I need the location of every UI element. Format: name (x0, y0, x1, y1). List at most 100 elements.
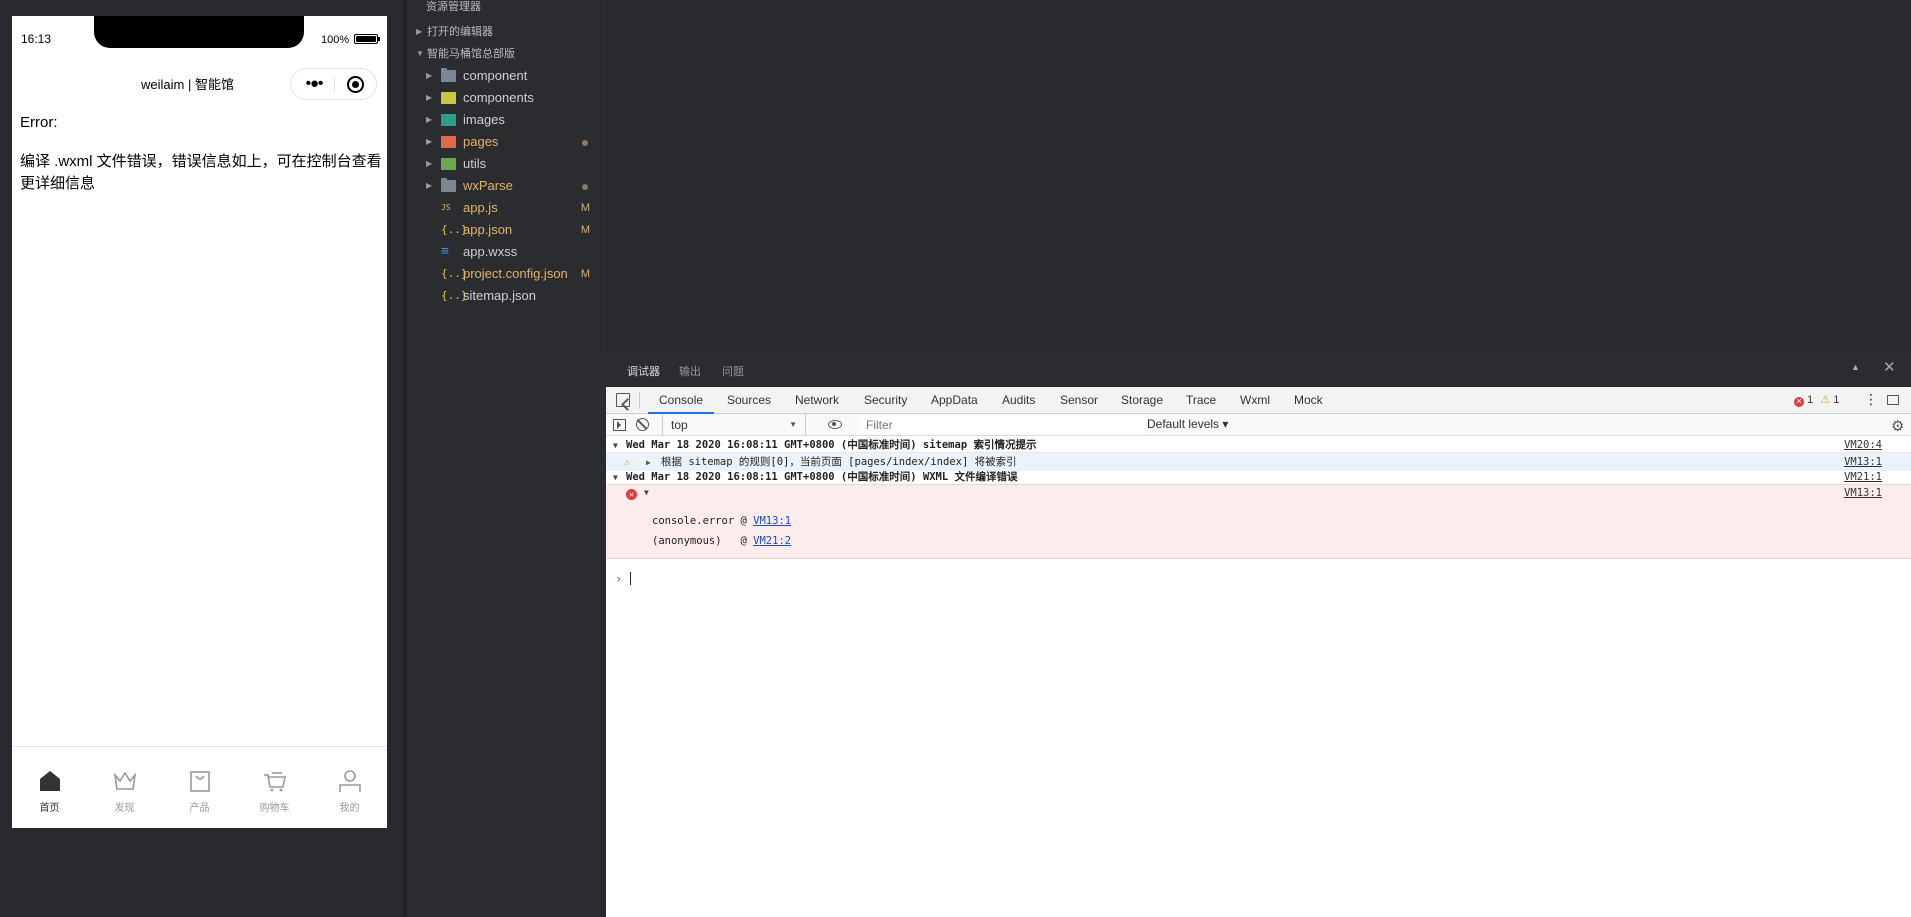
warning-icon: ⚠ (1820, 394, 1831, 406)
tab-label: 首页 (39, 803, 60, 814)
error-count: 1 (1807, 394, 1814, 406)
tree-item-app-wxss[interactable]: ≡ app.wxss (408, 241, 606, 263)
git-status-badge: M (580, 224, 590, 236)
filter-input[interactable] (860, 416, 1145, 434)
open-editors-section[interactable]: ▶ 打开的编辑器 (408, 21, 606, 43)
tab-console[interactable]: Console (647, 393, 715, 414)
folder-icon (441, 68, 456, 82)
tab-audits[interactable]: Audits (1002, 393, 1035, 407)
tab-security[interactable]: Security (864, 393, 907, 407)
device-notch (94, 16, 304, 48)
tab-problems[interactable]: 问题 (722, 363, 744, 379)
tree-item-utils[interactable]: ▶ utils (408, 153, 606, 175)
tab-label: 购物车 (259, 803, 290, 814)
capsule-menu: •●• (290, 68, 377, 100)
section-label: 智能马桶馆总部版 (427, 48, 515, 60)
tree-item-pages[interactable]: ▶ pages (408, 131, 606, 153)
gear-icon[interactable]: ⚙ (1891, 417, 1904, 435)
source-link[interactable]: VM13:1 (1844, 487, 1882, 499)
file-name: pages (463, 134, 499, 149)
tab-sensor[interactable]: Sensor (1060, 393, 1098, 407)
folder-icon (441, 178, 456, 192)
clear-console-icon[interactable] (636, 418, 649, 431)
tab-products[interactable]: 产品 (162, 747, 237, 828)
file-name: utils (463, 156, 487, 171)
components-folder-icon (441, 92, 456, 104)
undock-icon[interactable] (1887, 395, 1899, 405)
tree-item-app-json[interactable]: {..} app.json M (408, 219, 606, 241)
page-title: weilaim | 智能馆 (141, 77, 234, 92)
tab-network[interactable]: Network (795, 393, 839, 407)
warning-count: 1 (1833, 394, 1840, 406)
tab-mine[interactable]: 我的 (312, 747, 387, 828)
home-icon (40, 771, 60, 791)
nav-bar: weilaim | 智能馆 •●• (12, 64, 387, 100)
issue-counter[interactable]: ✕ 1 ⚠ 1 (1794, 393, 1839, 407)
error-message: 编译 .wxml 文件错误，错误信息如上，可在控制台查看更详细信息 (20, 153, 382, 192)
error-icon: ✕ (626, 489, 637, 500)
tab-wxml[interactable]: Wxml (1240, 393, 1270, 407)
chevron-down-icon: ▼ (416, 49, 424, 58)
tab-debugger[interactable]: 调试器 (627, 363, 660, 389)
close-icon[interactable]: ✕ (1883, 358, 1896, 376)
tab-discover[interactable]: 发现 (87, 747, 162, 828)
section-label: 打开的编辑器 (427, 26, 493, 38)
more-vert-icon[interactable]: ⋮ (1864, 391, 1878, 408)
chevron-right-icon: ▶ (426, 115, 433, 124)
context-select[interactable]: top ▼ (662, 414, 806, 436)
tab-trace[interactable]: Trace (1186, 393, 1216, 407)
user-icon (339, 770, 361, 792)
close-miniprogram-icon[interactable] (347, 76, 364, 93)
utils-folder-icon (441, 158, 456, 170)
git-status-badge: M (580, 202, 590, 214)
pages-folder-icon (441, 136, 456, 148)
stack-frame: console.error @ VM13:1 (652, 515, 791, 527)
debug-panel: 调试器 输出 问题 ▲ ✕ Console Sources Network Se… (606, 352, 1911, 917)
file-name: app.wxss (463, 244, 518, 259)
tab-label: 产品 (189, 803, 210, 814)
chevron-up-icon[interactable]: ▲ (1851, 362, 1860, 372)
stack-function: console.error @ (652, 515, 754, 527)
tab-storage[interactable]: Storage (1121, 393, 1163, 407)
file-name: component (463, 68, 528, 83)
tab-home[interactable]: 首页 (12, 747, 87, 828)
explorer-title: 资源管理器 (426, 1, 481, 13)
chevron-right-icon: ▶ (416, 27, 423, 36)
sidebar-toggle-icon[interactable] (613, 419, 626, 431)
log-levels-select[interactable]: Default levels ▾ (1147, 417, 1228, 431)
editor-area (606, 0, 1911, 352)
modified-dot (582, 184, 588, 190)
chevron-down-icon: ▼ (789, 420, 797, 429)
tab-output[interactable]: 输出 (679, 363, 701, 379)
file-name: images (463, 112, 505, 127)
capsule-divider (334, 77, 335, 93)
tree-item-wxparse[interactable]: ▶ wxParse (408, 175, 606, 197)
chevron-right-icon: ▶ (426, 93, 433, 102)
tab-sources[interactable]: Sources (727, 393, 771, 407)
project-section[interactable]: ▼ 智能马桶馆总部版 (408, 43, 606, 65)
tab-appdata[interactable]: AppData (931, 393, 978, 407)
tab-mock[interactable]: Mock (1294, 393, 1323, 407)
pane-divider[interactable] (404, 0, 406, 917)
tree-item-app-js[interactable]: JS app.js M (408, 197, 606, 219)
tree-item-project-config[interactable]: {..} project.config.json M (408, 263, 606, 285)
cart-icon (264, 772, 286, 792)
tab-cart[interactable]: 购物车 (237, 747, 312, 828)
stack-link[interactable]: VM21:2 (753, 535, 791, 547)
tree-item-images[interactable]: ▶ images (408, 109, 606, 131)
tree-item-sitemap[interactable]: {..} sitemap.json (408, 285, 606, 307)
inspect-element-icon[interactable] (616, 393, 630, 407)
tree-item-components[interactable]: ▶ components (408, 87, 606, 109)
stack-function: (anonymous) @ (652, 535, 754, 547)
console-input[interactable] (630, 572, 631, 585)
console-toolbar: top ▼ Default levels ▾ ⚙ (606, 414, 1911, 436)
status-bar: 16:13 100% (12, 16, 387, 48)
stack-link[interactable]: VM13:1 (753, 515, 791, 527)
panel-tabs: 调试器 输出 问题 ▲ ✕ (606, 352, 1911, 389)
more-icon[interactable]: •●• (301, 74, 327, 94)
tab-label: 发现 (114, 803, 135, 814)
devtools-toolbar: Console Sources Network Security AppData… (606, 387, 1911, 414)
tree-item-component[interactable]: ▶ component (408, 65, 606, 87)
console-error[interactable]: ✕ ▼ VM13:1 console.error @ VM13:1 (anony… (606, 484, 1911, 559)
eye-icon[interactable] (828, 420, 842, 429)
